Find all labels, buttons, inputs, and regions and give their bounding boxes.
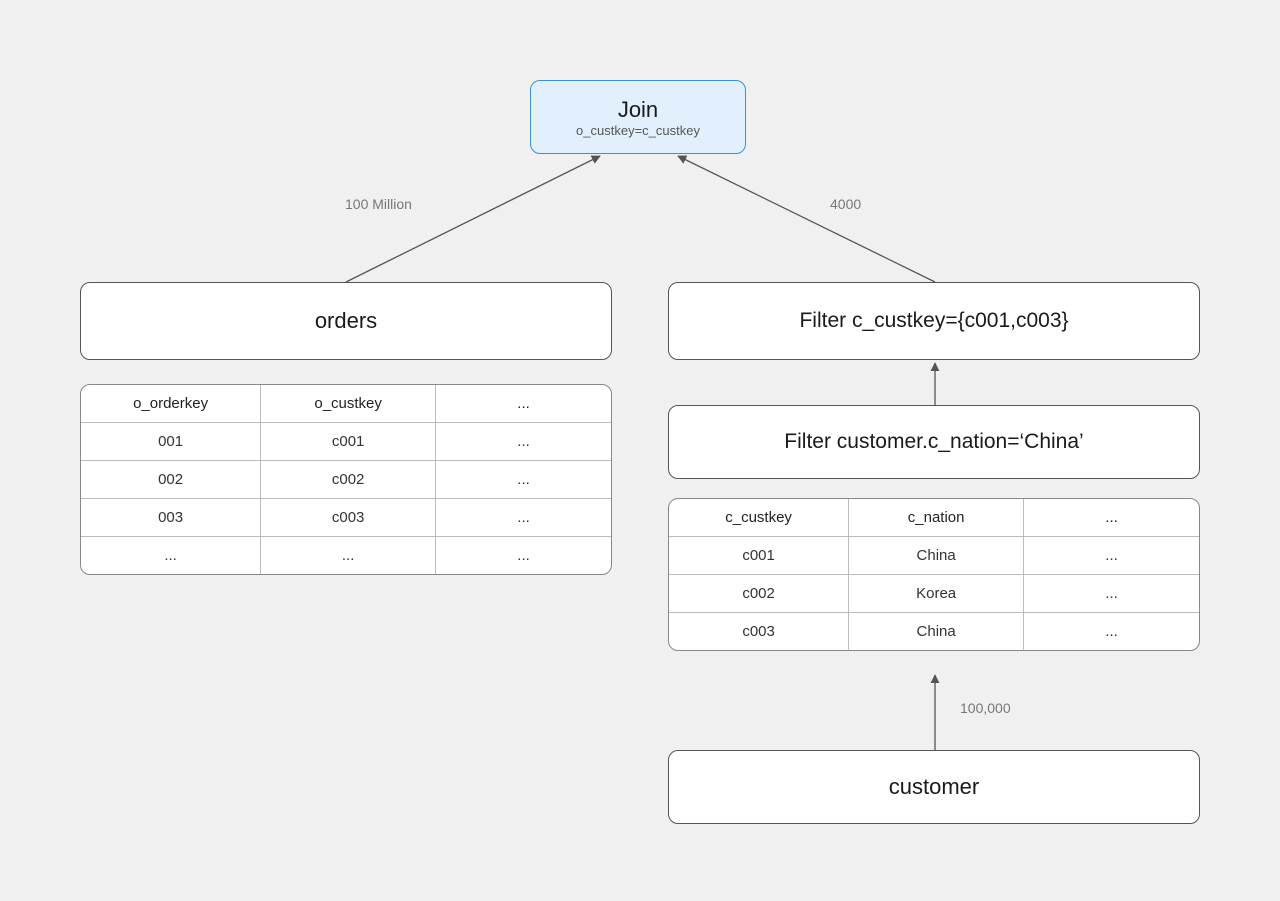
cell: ... (1024, 613, 1199, 650)
table-row: c002Korea... (669, 575, 1199, 613)
cell: ... (1024, 575, 1199, 613)
column-header: o_custkey (261, 385, 436, 423)
edge-customer-label: 100,000 (960, 700, 1011, 716)
table-row: c003China... (669, 613, 1199, 650)
cell: c001 (261, 423, 436, 461)
orders-table: o_orderkeyo_custkey...001c001...002c002.… (80, 384, 612, 575)
join-node: Join o_custkey=c_custkey (530, 80, 746, 154)
column-header: ... (1024, 499, 1199, 537)
column-header: ... (436, 385, 611, 423)
cell: 003 (81, 499, 261, 537)
cell: ... (261, 537, 436, 574)
table-row: c001China... (669, 537, 1199, 575)
cell: China (849, 537, 1024, 575)
cell: ... (1024, 537, 1199, 575)
orders-title: orders (315, 308, 377, 334)
diagram-canvas: Join o_custkey=c_custkey 100 Million 400… (0, 0, 1280, 901)
cell: China (849, 613, 1024, 650)
column-header: c_custkey (669, 499, 849, 537)
cell: c003 (669, 613, 849, 650)
orders-node: orders (80, 282, 612, 360)
cell: c002 (669, 575, 849, 613)
cell: c001 (669, 537, 849, 575)
filter-custkey-node: Filter c_custkey={c001,c003} (668, 282, 1200, 360)
cell: ... (436, 461, 611, 499)
customer-table: c_custkeyc_nation...c001China...c002Kore… (668, 498, 1200, 651)
table-row: 003c003... (81, 499, 611, 537)
column-header: c_nation (849, 499, 1024, 537)
cell: ... (436, 537, 611, 574)
join-condition: o_custkey=c_custkey (576, 123, 700, 138)
edge-right-label: 4000 (830, 196, 861, 212)
cell: c003 (261, 499, 436, 537)
filter-nation-label: Filter customer.c_nation=‘China’ (784, 430, 1083, 454)
cell: ... (81, 537, 261, 574)
cell: c002 (261, 461, 436, 499)
cell: ... (436, 499, 611, 537)
customer-title: customer (889, 774, 979, 800)
table-row: 001c001... (81, 423, 611, 461)
customer-node: customer (668, 750, 1200, 824)
column-header: o_orderkey (81, 385, 261, 423)
join-title: Join (618, 97, 658, 123)
edge-left-label: 100 Million (345, 196, 412, 212)
cell: ... (436, 423, 611, 461)
cell: 001 (81, 423, 261, 461)
cell: Korea (849, 575, 1024, 613)
filter-nation-node: Filter customer.c_nation=‘China’ (668, 405, 1200, 479)
table-row: ......... (81, 537, 611, 574)
table-row: 002c002... (81, 461, 611, 499)
cell: 002 (81, 461, 261, 499)
filter-custkey-label: Filter c_custkey={c001,c003} (799, 309, 1068, 333)
